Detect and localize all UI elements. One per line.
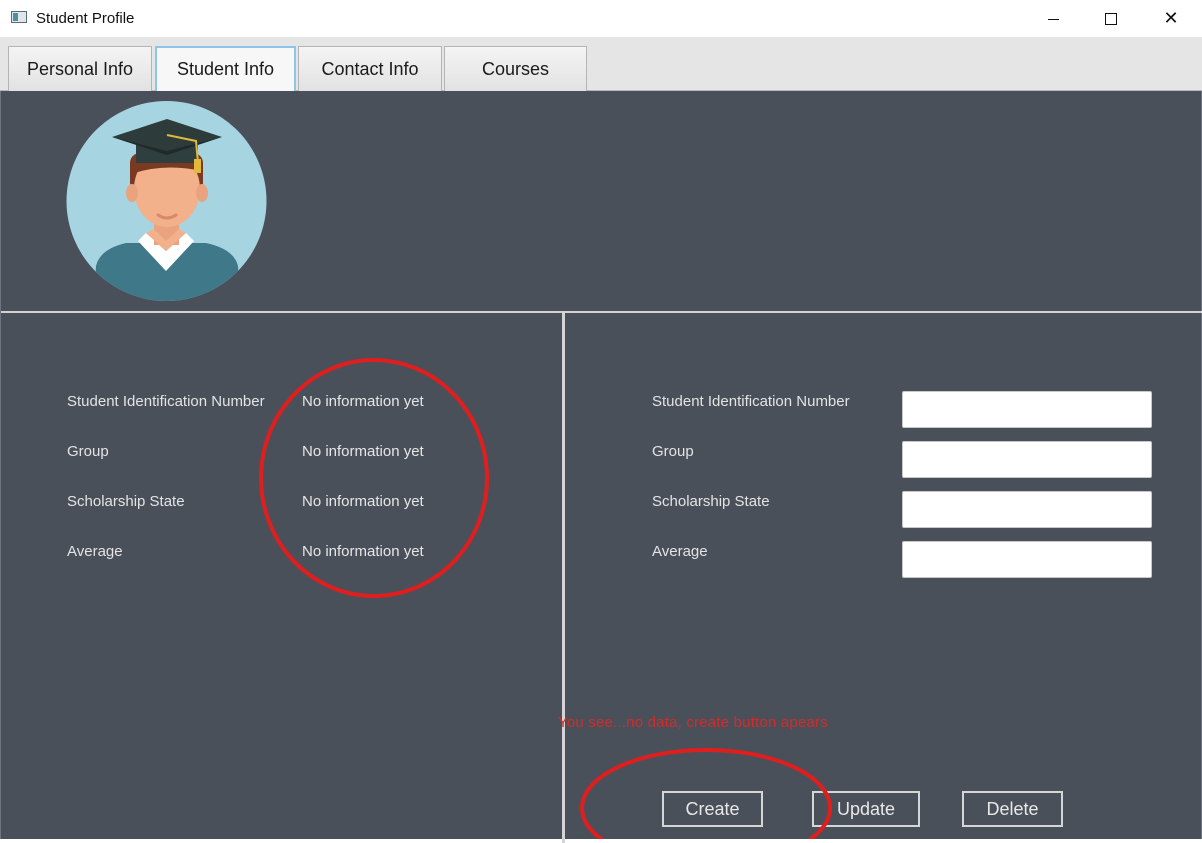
tab-contact-info[interactable]: Contact Info (298, 46, 442, 91)
minimize-icon (1047, 18, 1059, 20)
student-avatar (66, 101, 267, 301)
horizontal-divider (1, 311, 1202, 313)
vertical-divider (562, 313, 565, 843)
form-label-group: Group (652, 443, 694, 460)
window-title: Student Profile (36, 10, 135, 27)
scholarship-state-input[interactable] (902, 491, 1152, 528)
annotation-note: You see...no data, create button apears (558, 714, 828, 731)
info-value-average: No information yet (302, 543, 424, 560)
form-label-scholarship: Scholarship State (652, 493, 770, 510)
tab-courses[interactable]: Courses (444, 46, 587, 91)
group-input[interactable] (902, 441, 1152, 478)
update-button[interactable]: Update (812, 791, 920, 827)
close-button[interactable]: ✕ (1142, 0, 1200, 38)
student-info-panel: Student Identification Number No informa… (0, 91, 1202, 843)
info-value-group: No information yet (302, 443, 424, 460)
tab-personal-info[interactable]: Personal Info (8, 46, 152, 91)
info-value-scholarship: No information yet (302, 493, 424, 510)
maximize-icon (1105, 13, 1117, 25)
info-label-student-id: Student Identification Number (67, 393, 265, 410)
average-input[interactable] (902, 541, 1152, 578)
maximize-button[interactable] (1082, 0, 1140, 38)
info-label-scholarship: Scholarship State (67, 493, 185, 510)
close-icon: ✕ (1163, 8, 1179, 29)
student-id-input[interactable] (902, 391, 1152, 428)
create-button[interactable]: Create (662, 791, 763, 827)
title-bar: Student Profile ✕ (0, 0, 1202, 38)
form-label-average: Average (652, 543, 708, 560)
tab-student-info[interactable]: Student Info (155, 46, 296, 91)
app-icon (11, 11, 27, 23)
info-label-average: Average (67, 543, 123, 560)
info-value-student-id: No information yet (302, 393, 424, 410)
info-label-group: Group (67, 443, 109, 460)
tab-strip: Personal Info Student Info Contact Info … (0, 38, 1202, 91)
delete-button[interactable]: Delete (962, 791, 1063, 827)
minimize-button[interactable] (1024, 0, 1082, 38)
form-label-student-id: Student Identification Number (652, 393, 850, 410)
